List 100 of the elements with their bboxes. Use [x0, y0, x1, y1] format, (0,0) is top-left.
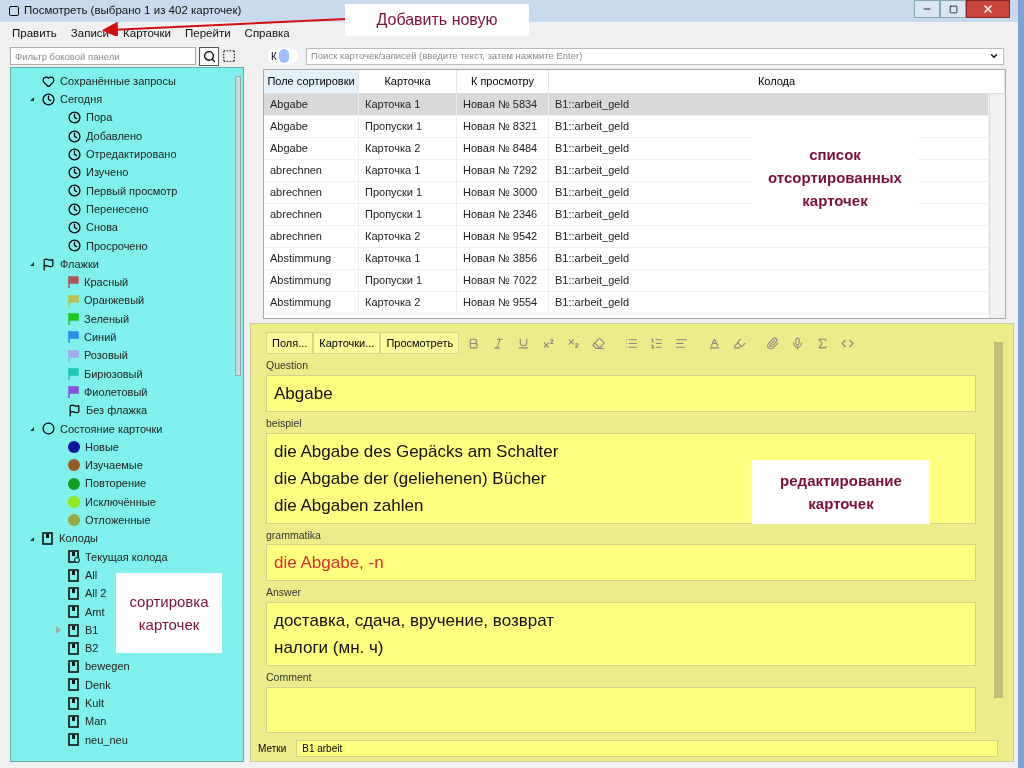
field-text: налоги (мн. ч) [274, 637, 384, 659]
sidebar-item[interactable]: Первый просмотр [86, 182, 178, 200]
field-text: die Abgaben zahlen [274, 494, 424, 517]
column-header[interactable]: Поле сортировки [264, 70, 359, 93]
table-cell-text: Пропуски 1 [365, 119, 423, 135]
sidebar-item[interactable]: Повторение [85, 475, 147, 492]
sidebar-item[interactable]: Kult [85, 695, 104, 712]
field-label: beispiel [266, 415, 303, 431]
table-cell-text: Новая № 3856 [463, 251, 538, 267]
sidebar-item[interactable]: Синий [84, 329, 117, 346]
sidebar-item[interactable]: Состояние карточки [60, 420, 163, 438]
filter-field[interactable]: Фильтр боковой панели [10, 47, 196, 65]
table-cell-text: Abstimmung [270, 251, 332, 267]
annotation-tooltip: редактирование карточек [752, 460, 930, 524]
table-cell-text: Abstimmung [270, 295, 332, 311]
sidebar-item[interactable]: Перенесено [86, 200, 149, 218]
sidebar-item[interactable]: Оранжевый [84, 292, 145, 309]
sidebar-item[interactable]: neu_neu [85, 731, 128, 749]
table-cell-text: Abgabe [270, 141, 308, 157]
toggle-switch[interactable]: К [268, 48, 298, 64]
field-label: Answer [266, 585, 302, 601]
table-cell-text: Карточка 2 [365, 229, 421, 245]
toolbar-button[interactable]: Просмотреть [380, 332, 460, 354]
sidebar-item[interactable]: Отложенные [85, 512, 151, 529]
sidebar-item[interactable]: B1 [85, 621, 99, 639]
field-input[interactable]: доставка, сдача, вручение, возврат налоги (мн. ч) [266, 602, 976, 666]
menu-item[interactable]: Справка [244, 24, 290, 43]
table-cell-text: B1::arbeit_geld [555, 273, 629, 289]
sidebar-item[interactable]: Изучаемые [85, 457, 143, 474]
table-cell-text: Новая № 7022 [463, 273, 538, 289]
sidebar-item[interactable]: Бирюзовый [84, 365, 143, 383]
table-row[interactable]: Abgabe Пропуски 1 Новая № 8321 B1::arbeit_geld [264, 116, 989, 138]
column-header[interactable]: Карточка [359, 70, 457, 93]
table-cell-text: B1::arbeit_geld [555, 229, 629, 245]
sidebar-item[interactable]: Отредактировано [86, 146, 177, 163]
sidebar-item[interactable]: Колоды [59, 530, 99, 547]
window-title: Посмотреть (выбрано 1 из 402 карточек) [24, 3, 242, 19]
field-text: die Abgabe des Gepäcks am Schalter [274, 440, 559, 463]
menu-item[interactable]: Карточки [123, 24, 171, 43]
table-cell-text: Пропуски 1 [365, 273, 423, 289]
column-header[interactable]: К просмотру [457, 70, 549, 93]
table-row[interactable]: Abstimmung Пропуски 1 Новая № 7022 B1::arbeit_geld [264, 270, 989, 292]
sidebar-item[interactable]: Denk [85, 676, 111, 694]
sidebar-item[interactable]: Розовый [84, 347, 128, 364]
field-label: Question [266, 358, 310, 373]
table-cell-text: Новая № 8484 [463, 141, 538, 157]
sidebar-item[interactable]: All [85, 566, 98, 584]
table-cell-text: Новая № 8321 [463, 119, 538, 135]
table-cell-text: Карточка 1 [365, 251, 421, 267]
field-input[interactable]: Abgabe [266, 374, 976, 412]
field-text: доставка, сдача, вручение, возврат [274, 610, 555, 632]
sidebar-item[interactable]: Снова [86, 219, 118, 236]
field-input[interactable]: die Abgabe, -n [266, 544, 976, 582]
sidebar-item[interactable]: Фиолетовый [84, 383, 148, 401]
sidebar-item[interactable]: Пора [86, 109, 113, 126]
sidebar-item[interactable]: Изучено [86, 164, 129, 181]
sidebar-item[interactable]: Сохранённые запросы [60, 72, 176, 90]
sidebar-item[interactable]: Amt [85, 603, 105, 620]
table-cell-text: B1::arbeit_geld [555, 119, 629, 135]
toolbar-button[interactable]: Карточки... [313, 332, 381, 354]
table-row[interactable]: Abstimmung Карточка 2 Новая № 9554 B1::arbeit_geld [264, 292, 989, 314]
sidebar-item[interactable]: Добавлено [86, 127, 143, 145]
table-cell-text: Пропуски 1 [365, 185, 423, 201]
table-cell-text: B1::arbeit_geld [555, 97, 629, 113]
table-cell-text: Abgabe [270, 97, 308, 113]
sidebar-item[interactable]: All 2 [85, 585, 107, 602]
sidebar-item[interactable]: Красный [84, 274, 129, 291]
sidebar-item[interactable]: Зеленый [84, 310, 130, 328]
table-row[interactable]: Abgabe Карточка 1 Новая № 5834 B1::arbeit_geld [264, 94, 989, 116]
table-cell-text: Карточка 2 [365, 141, 421, 157]
field-label: grammatika [266, 527, 322, 543]
field-text: Abgabe [274, 382, 333, 405]
sidebar-item[interactable]: bewegen [85, 658, 130, 675]
column-header[interactable]: Колода [549, 70, 1005, 93]
sidebar-item[interactable]: Новые [85, 438, 119, 456]
sidebar-item[interactable]: Текущая колода [85, 548, 168, 566]
sidebar-item[interactable]: Сегодня [60, 91, 103, 108]
table-row[interactable]: Abstimmung Карточка 1 Новая № 3856 B1::arbeit_geld [264, 248, 989, 270]
toolbar-button[interactable]: Поля... [266, 332, 314, 354]
table-row[interactable]: abrechnen Карточка 2 Новая № 9542 B1::arbeit_geld [264, 226, 989, 248]
sidebar-item[interactable]: Без флажка [86, 402, 148, 419]
sidebar-item[interactable]: B2 [85, 640, 99, 657]
table-cell-text: Новая № 9554 [463, 295, 538, 311]
menu-item[interactable]: Править [12, 24, 57, 43]
table-cell-text: Abstimmung [270, 273, 332, 289]
menu-item[interactable]: Перейти [185, 24, 231, 43]
sidebar-item[interactable]: Просрочено [86, 237, 148, 255]
table-cell-text: Новая № 7292 [463, 163, 538, 179]
sidebar-item[interactable]: Man [85, 713, 107, 730]
sidebar-item[interactable]: Исключённые [85, 493, 156, 511]
tags-field[interactable]: B1 arbeit [296, 740, 998, 757]
table-cell-text: B1::arbeit_geld [555, 185, 629, 201]
table-cell-text: Новая № 3000 [463, 185, 538, 201]
sidebar-item[interactable]: Флажки [60, 255, 99, 273]
tags-label: Метки [258, 742, 287, 756]
table-cell-text: Новая № 2346 [463, 207, 538, 223]
menu-item[interactable]: Записи [70, 24, 110, 43]
table-cell-text: B1::arbeit_geld [555, 295, 629, 311]
table-cell-text: B1::arbeit_geld [555, 141, 629, 157]
table-cell-text: abrechnen [270, 185, 322, 201]
